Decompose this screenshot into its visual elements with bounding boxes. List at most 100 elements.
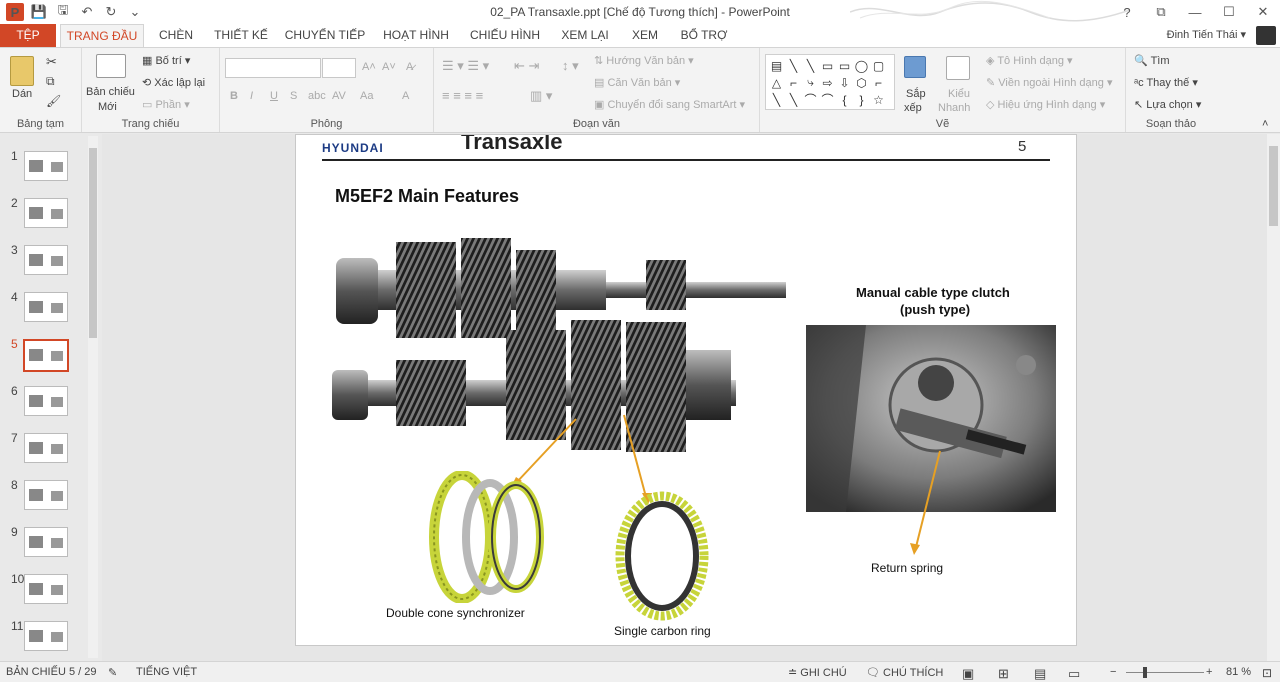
italic-button[interactable]: I: [250, 90, 253, 102]
new-slide-label-2[interactable]: Mới: [98, 101, 117, 113]
change-case-button[interactable]: Aa: [360, 90, 373, 102]
notes-button[interactable]: ≐ GHI CHÚ: [788, 666, 847, 679]
shape-option-icon[interactable]: ⬡: [853, 74, 870, 91]
format-painter-icon[interactable]: 🖌: [46, 94, 61, 108]
find-button[interactable]: 🔍 Tìm: [1134, 54, 1170, 67]
language-indicator[interactable]: TIẾNG VIỆT: [136, 666, 197, 678]
zoom-slider[interactable]: [1126, 672, 1204, 673]
maximize-button[interactable]: ☐: [1212, 0, 1246, 24]
shapes-gallery[interactable]: ▤ ╲ ╲ ▭ ▭ ◯ ▢ △ ⌐ ⤷ ⇨ ⇩ ⬡ ⌐ ╲ ╲ ⌒ ⌒{} ☆: [765, 54, 895, 110]
strikethrough-button[interactable]: S: [290, 90, 297, 102]
slide-sorter-icon[interactable]: ⊞: [998, 666, 1009, 682]
slide-scrollbar-thumb[interactable]: [1269, 146, 1278, 226]
shape-option-icon[interactable]: ⤷: [802, 74, 819, 91]
shape-option-icon[interactable]: ╲: [802, 57, 819, 74]
slide-thumbnail-1[interactable]: [24, 151, 68, 181]
user-name[interactable]: Đinh Tiến Thái ▾: [1167, 28, 1246, 41]
avatar[interactable]: [1256, 26, 1276, 45]
slide-scrollbar[interactable]: [1267, 134, 1280, 661]
tab-animations[interactable]: HOẠT HÌNH: [376, 24, 456, 47]
bullets-icon[interactable]: ☰ ▾ ☰ ▾: [442, 58, 489, 74]
double-cone-synchronizer-image[interactable]: [424, 471, 554, 603]
shrink-font-icon[interactable]: A˅: [382, 61, 396, 73]
tab-design[interactable]: THIẾT KẾ: [208, 24, 274, 47]
shape-option-icon[interactable]: ☆: [870, 91, 887, 108]
new-slide-label-1[interactable]: Bản chiếu: [86, 86, 135, 98]
shape-option-icon[interactable]: {: [836, 91, 853, 108]
arrange-icon[interactable]: [904, 56, 926, 78]
slide-thumbnail-2[interactable]: [24, 198, 68, 228]
shape-option-icon[interactable]: ⇩: [836, 74, 853, 91]
paste-icon[interactable]: [10, 56, 34, 86]
text-direction-button[interactable]: ⇅ Hướng Văn bản ▾: [594, 54, 694, 67]
indent-icons[interactable]: ⇤ ⇥: [514, 58, 539, 74]
slide-thumbnail-9[interactable]: [24, 527, 68, 557]
layout-button[interactable]: ▦ Bố trí ▾: [142, 54, 190, 67]
shape-option-icon[interactable]: ⇨: [819, 74, 836, 91]
shape-option-icon[interactable]: ⌒: [819, 91, 836, 108]
bold-button[interactable]: B: [230, 90, 238, 102]
help-button[interactable]: ?: [1110, 0, 1144, 24]
fit-slide-icon[interactable]: ⊡: [1262, 666, 1272, 680]
shape-option-icon[interactable]: ▤: [768, 57, 785, 74]
thumbnails-scrollbar[interactable]: [88, 136, 98, 658]
shape-option-icon[interactable]: ⌐: [870, 74, 887, 91]
section-button[interactable]: ▭ Phần ▾: [142, 98, 190, 111]
quick-styles-icon[interactable]: [946, 56, 970, 80]
smartart-button[interactable]: ▣ Chuyển đổi sang SmartArt ▾: [594, 98, 745, 111]
font-color-button[interactable]: A: [402, 90, 409, 102]
zoom-in-button[interactable]: +: [1206, 666, 1212, 678]
comments-button[interactable]: 🗨 CHÚ THÍCH: [866, 666, 943, 679]
close-button[interactable]: ✕: [1246, 0, 1280, 24]
minimize-button[interactable]: —: [1178, 0, 1212, 24]
shape-option-icon[interactable]: ▭: [836, 57, 853, 74]
grow-font-icon[interactable]: A˄: [362, 61, 376, 73]
shape-effects-button[interactable]: ◇ Hiệu ứng Hình dạng ▾: [986, 98, 1105, 111]
normal-view-icon[interactable]: ▣: [962, 666, 974, 682]
reset-button[interactable]: ⟲ Xác lập lại: [142, 76, 205, 89]
tab-review[interactable]: XEM LẠI: [554, 24, 616, 47]
tab-file[interactable]: TỆP: [0, 24, 56, 47]
shape-option-icon[interactable]: ╲: [785, 91, 802, 108]
arrange-label-2[interactable]: xếp: [904, 102, 922, 114]
shape-option-icon[interactable]: ◯: [853, 57, 870, 74]
replace-button[interactable]: ᵃc Thay thế ▾: [1134, 76, 1198, 89]
shape-option-icon[interactable]: ▭: [819, 57, 836, 74]
slide-thumbnail-7[interactable]: [24, 433, 68, 463]
shape-option-icon[interactable]: △: [768, 74, 785, 91]
underline-button[interactable]: U: [270, 90, 278, 102]
thumbnails-scrollbar-thumb[interactable]: [89, 148, 97, 338]
line-spacing-icon[interactable]: ↕ ▾: [562, 58, 579, 74]
collapse-ribbon-icon[interactable]: ˄: [1262, 118, 1268, 130]
font-size-input[interactable]: [322, 58, 356, 78]
align-icons[interactable]: ≡ ≡ ≡ ≡: [442, 88, 483, 103]
tab-insert[interactable]: CHÈN: [150, 24, 202, 47]
text-shadow-button[interactable]: abc: [308, 90, 326, 102]
tab-transitions[interactable]: CHUYỂN TIẾP: [282, 24, 368, 47]
slide-thumbnail-3[interactable]: [24, 245, 68, 275]
tab-addins[interactable]: BỔ TRỢ: [674, 24, 734, 47]
arrange-label-1[interactable]: Sắp: [906, 88, 926, 100]
select-button[interactable]: ↖ Lựa chọn ▾: [1134, 98, 1201, 111]
shape-outline-button[interactable]: ✎ Viền ngoài Hình dạng ▾: [986, 76, 1112, 89]
slide-thumbnail-6[interactable]: [24, 386, 68, 416]
ribbon-display-options-button[interactable]: ⧉: [1144, 0, 1178, 24]
slide-title[interactable]: Transaxle: [461, 135, 563, 155]
slideshow-view-icon[interactable]: ▭: [1068, 666, 1080, 682]
slide-thumbnail-11[interactable]: [24, 621, 68, 651]
zoom-slider-handle[interactable]: [1142, 667, 1147, 678]
shape-option-icon[interactable]: ╲: [785, 57, 802, 74]
slide-heading[interactable]: M5EF2 Main Features: [335, 186, 519, 207]
slide-canvas[interactable]: HYUNDAI Transaxle 5 M5EF2 Main Features: [295, 134, 1077, 646]
slide-thumbnail-8[interactable]: [24, 480, 68, 510]
shape-option-icon[interactable]: ▢: [870, 57, 887, 74]
shape-option-icon[interactable]: ⌒: [802, 91, 819, 108]
spellcheck-icon[interactable]: ✎: [108, 666, 117, 679]
slide-thumbnail-10[interactable]: [24, 574, 68, 604]
character-spacing-button[interactable]: AV: [332, 90, 346, 102]
single-carbon-ring-image[interactable]: [614, 491, 710, 621]
font-name-input[interactable]: [225, 58, 321, 78]
quick-styles-label-1[interactable]: Kiểu: [948, 88, 970, 100]
tab-view[interactable]: XEM: [622, 24, 668, 47]
cut-icon[interactable]: ✂: [46, 54, 57, 70]
